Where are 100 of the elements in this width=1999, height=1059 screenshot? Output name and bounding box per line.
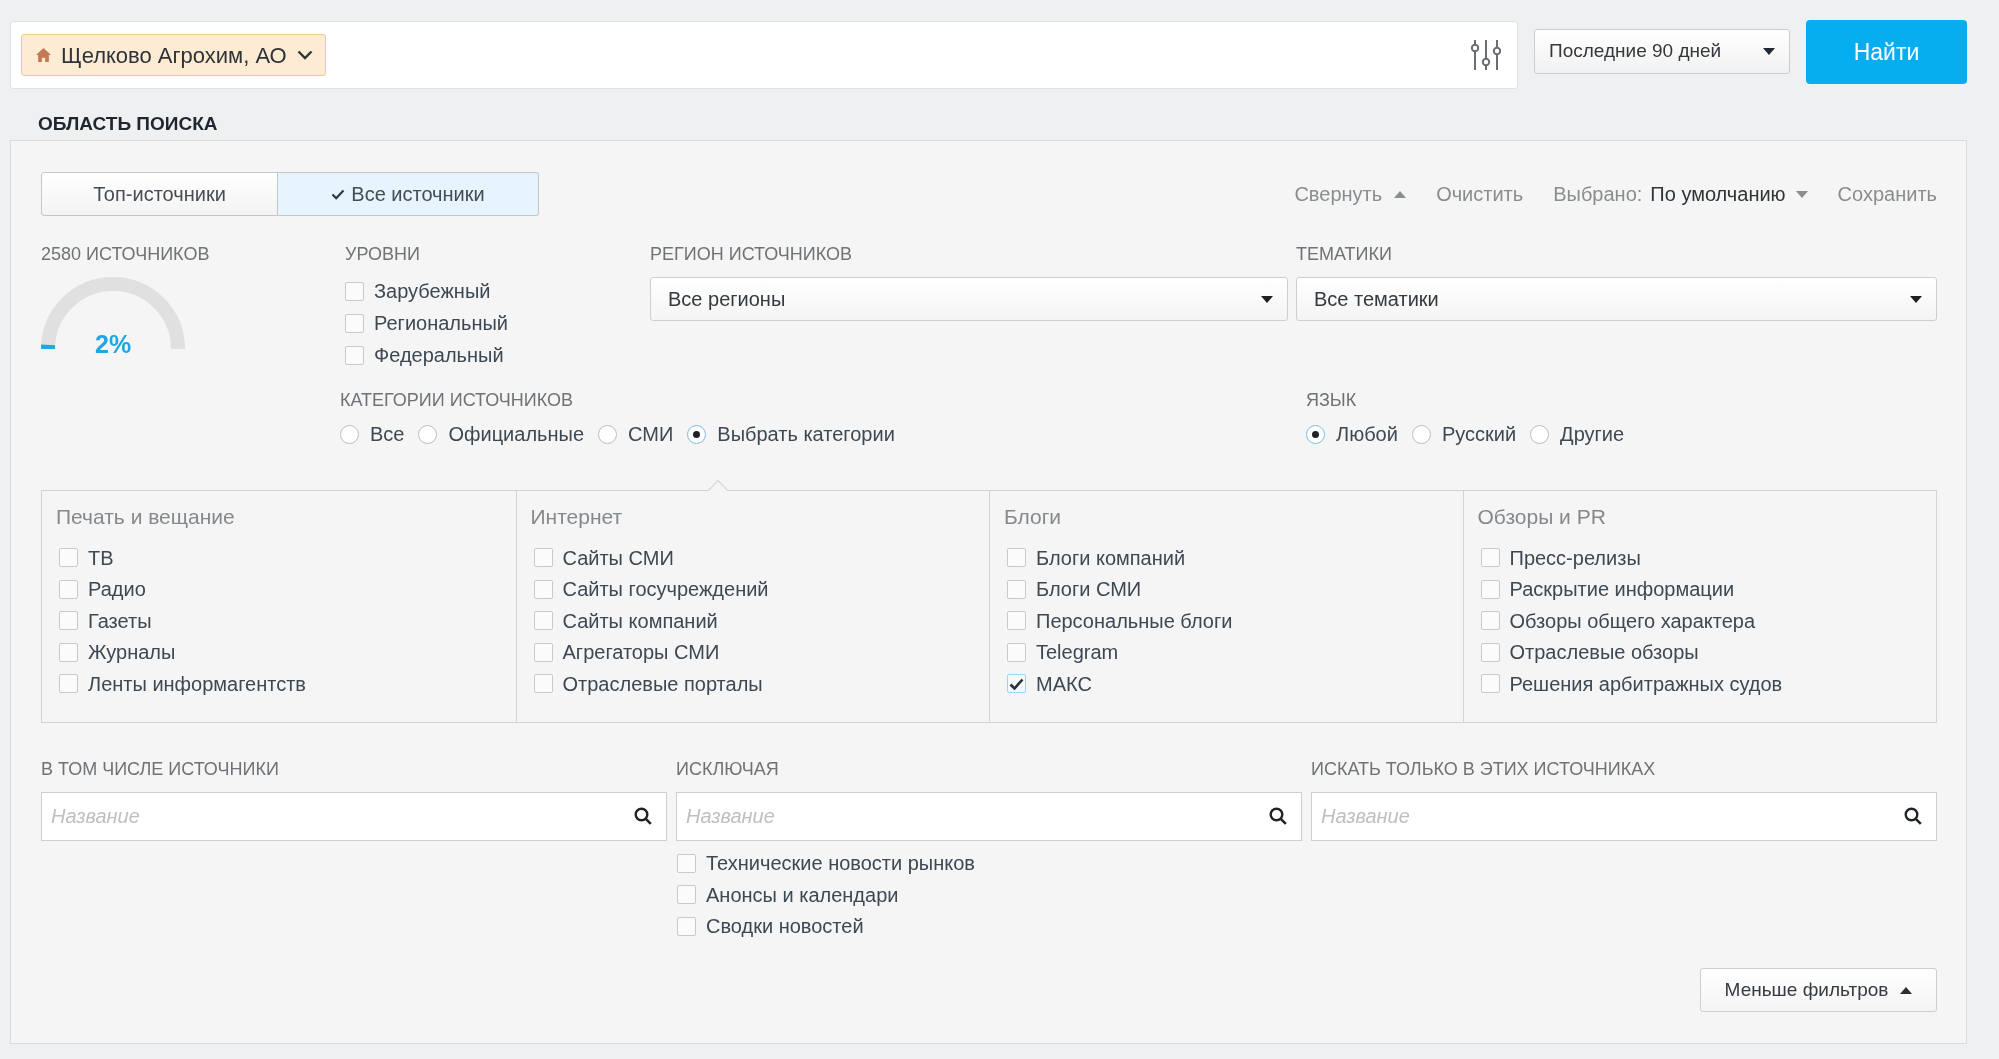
levels-label: УРОВНИ [345, 243, 420, 265]
region-dropdown[interactable]: Все регионы [650, 277, 1288, 321]
checkbox-label: Сайты компаний [562, 608, 718, 633]
check-icon [331, 188, 346, 200]
caret-down-icon [1261, 295, 1273, 303]
checkbox[interactable] [677, 885, 696, 905]
radio-button[interactable] [1306, 424, 1325, 444]
checkbox-label: Обзоры общего характера [1509, 608, 1756, 633]
period-dropdown[interactable]: Последние 90 дней [1534, 29, 1790, 74]
checkbox[interactable] [1480, 548, 1500, 568]
checkbox[interactable] [1007, 548, 1026, 568]
radio-button[interactable] [687, 424, 707, 444]
checkbox[interactable] [533, 642, 553, 662]
caret-up-icon [1900, 986, 1913, 994]
checkbox[interactable] [59, 611, 78, 631]
radio-label: Русский [1441, 422, 1517, 446]
checkbox-label: Агрегаторы СМИ [562, 640, 720, 665]
checkbox[interactable] [1007, 674, 1026, 694]
radio-label: Выбрать категории [717, 422, 895, 446]
checkbox-label: Ленты информагентств [88, 671, 306, 696]
checkbox[interactable] [1007, 642, 1026, 662]
category-group-title: Обзоры и PR [1477, 504, 1606, 530]
source-tab[interactable]: Топ-источники [41, 172, 278, 216]
checkbox[interactable] [59, 548, 78, 568]
checkbox-label: Журналы [88, 640, 176, 665]
radio-button[interactable] [1530, 424, 1550, 444]
check-icon [1009, 677, 1024, 690]
checkbox-label: Зарубежный [374, 279, 491, 303]
checkbox[interactable] [533, 674, 553, 694]
checkbox[interactable] [1007, 579, 1026, 599]
checkbox[interactable] [1480, 674, 1500, 694]
checkbox-label: Радио [88, 577, 146, 602]
radio-label: Любой [1336, 422, 1398, 446]
sliders-icon[interactable] [1471, 39, 1501, 71]
chevron-down-icon [296, 50, 313, 60]
less-filters-button[interactable]: Меньше фильтров [1700, 968, 1937, 1012]
category-group-title: Печать и вещание [56, 504, 235, 530]
checkbox-label: Персональные блоги [1036, 608, 1233, 633]
checkbox[interactable] [677, 853, 696, 873]
topics-label: ТЕМАТИКИ [1296, 243, 1392, 265]
checkbox[interactable] [59, 642, 78, 662]
topics-dropdown[interactable]: Все тематики [1296, 277, 1937, 321]
checkbox-label: МАКС [1036, 671, 1092, 696]
checkbox-label: Газеты [88, 608, 152, 633]
caret-down-icon [1910, 295, 1922, 303]
category-group-title: Блоги [1004, 504, 1062, 530]
percent-text: 2% [95, 329, 132, 359]
search-icon[interactable] [1269, 806, 1287, 825]
house-icon [36, 48, 51, 62]
checkbox[interactable] [533, 548, 553, 568]
checkbox[interactable] [1480, 579, 1500, 599]
checkbox[interactable] [59, 579, 78, 599]
sources-count-label: 2580 ИСТОЧНИКОВ [41, 243, 210, 265]
checkbox[interactable] [345, 345, 364, 365]
company-chip[interactable]: Щелково Агрохим, АО [21, 34, 326, 76]
language-label: ЯЗЫК [1306, 389, 1357, 411]
checkbox-label: Отраслевые порталы [562, 671, 763, 696]
checkbox-label: Блоги СМИ [1036, 577, 1142, 602]
radio-button[interactable] [1411, 424, 1431, 444]
radio-label: Все [370, 422, 405, 446]
search-icon[interactable] [634, 806, 652, 825]
checkbox-label: Сводки новостей [706, 914, 864, 939]
category-group-title: Интернет [530, 504, 623, 530]
checkbox[interactable] [677, 916, 696, 936]
search-field[interactable]: Название [1311, 791, 1937, 841]
checkbox-label: Сайты СМИ [562, 545, 674, 570]
checkbox-label: ТВ [88, 545, 114, 570]
caret-down-icon [1795, 190, 1808, 198]
preset-dropdown[interactable]: По умолчанию [1650, 179, 1808, 209]
checkbox[interactable] [1480, 642, 1500, 662]
categories-label: КАТЕГОРИИ ИСТОЧНИКОВ [340, 389, 574, 411]
checkbox-label: Отраслевые обзоры [1509, 640, 1699, 665]
filter-label: В ТОМ ЧИСЛЕ ИСТОЧНИКИ [41, 757, 279, 780]
search-field[interactable]: Название [676, 791, 1302, 841]
filter-label: ИСКЛЮЧАЯ [676, 757, 779, 780]
checkbox-label: Telegram [1036, 640, 1119, 665]
checkbox-label: Раскрытие информации [1509, 577, 1735, 602]
checkbox-label: Блоги компаний [1036, 545, 1186, 570]
section-title: ОБЛАСТЬ ПОИСКА [38, 112, 218, 136]
radio-label: Другие [1560, 422, 1625, 446]
checkbox[interactable] [1480, 611, 1500, 631]
radio-label: СМИ [628, 422, 674, 446]
radio-button[interactable] [598, 424, 618, 444]
radio-button[interactable] [418, 424, 438, 444]
radio-button[interactable] [340, 424, 359, 444]
checkbox-label: Анонсы и календари [706, 882, 899, 907]
caret-up-icon [1394, 190, 1407, 198]
checkbox[interactable] [59, 674, 78, 694]
search-field[interactable]: Название [41, 791, 667, 841]
checkbox[interactable] [533, 611, 553, 631]
caret-down-icon [1763, 48, 1775, 55]
source-tab[interactable]: Все источники [278, 172, 539, 216]
checkbox[interactable] [1007, 611, 1026, 631]
preset-label: Выбрано: [1553, 182, 1643, 207]
checkbox[interactable] [345, 313, 364, 333]
checkbox[interactable] [533, 579, 553, 599]
radio-label: Официальные [448, 422, 585, 446]
checkbox[interactable] [345, 281, 364, 301]
checkbox-label: Пресс-релизы [1509, 545, 1641, 570]
search-icon[interactable] [1904, 806, 1922, 825]
